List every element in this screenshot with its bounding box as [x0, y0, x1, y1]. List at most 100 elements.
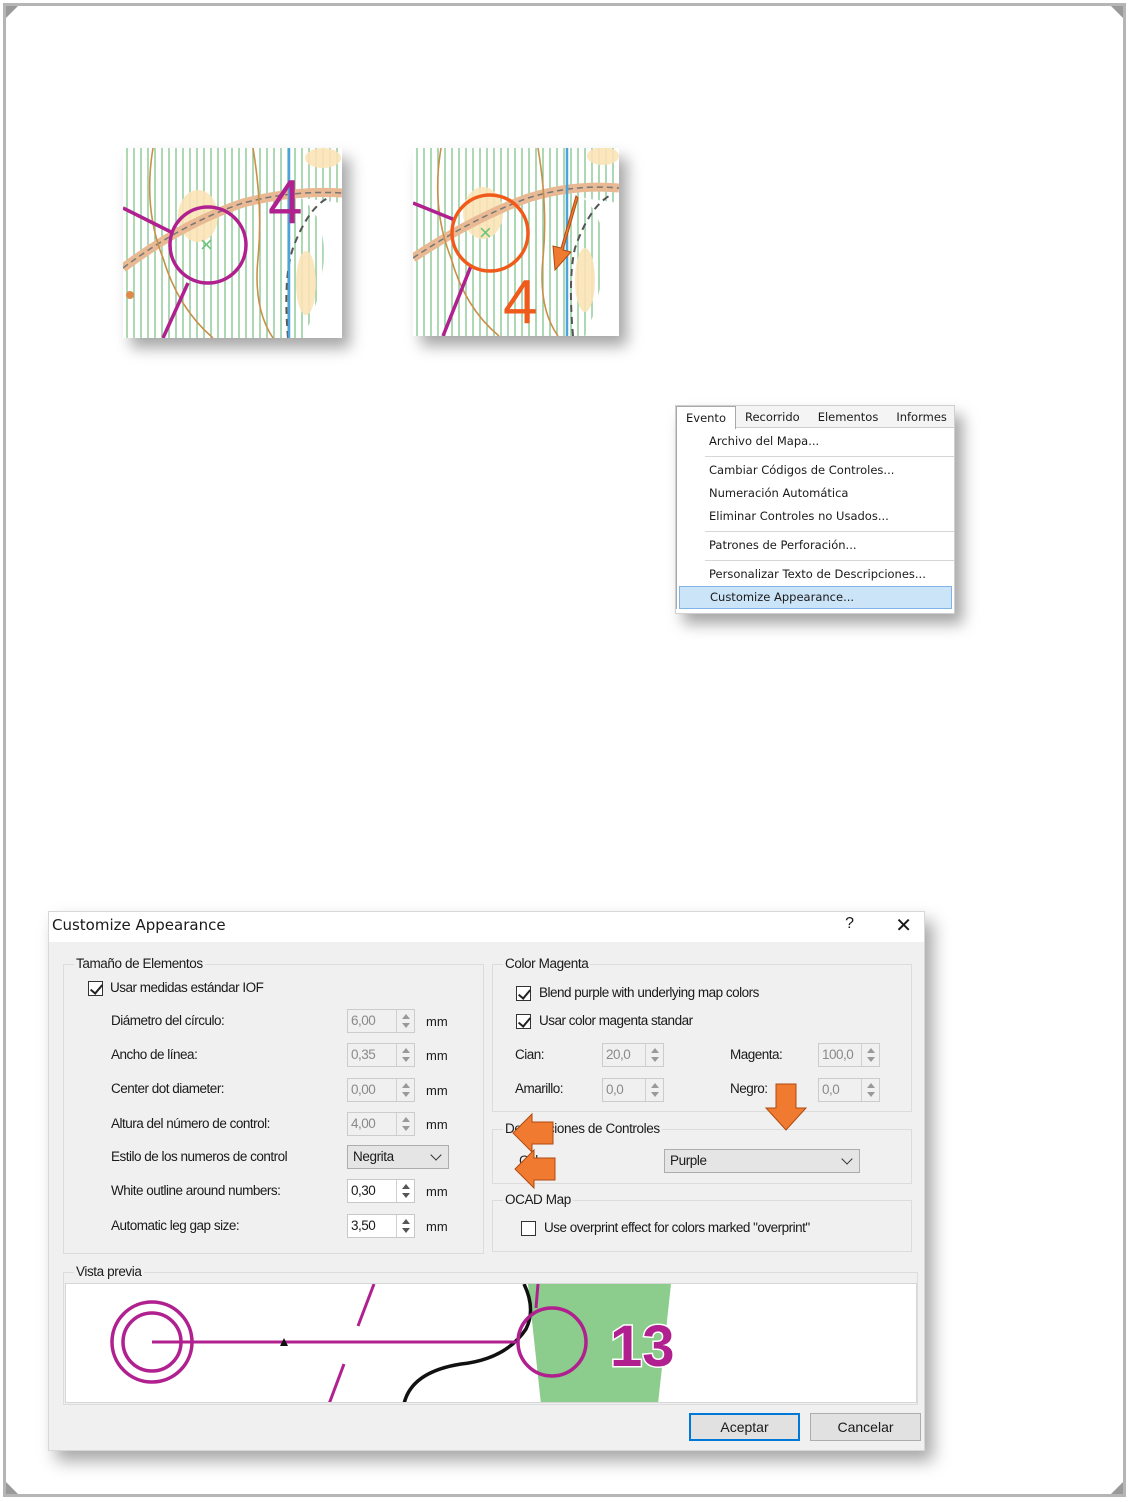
spinner-arrows[interactable]: [396, 1010, 414, 1032]
description-color-select[interactable]: Purple: [664, 1149, 860, 1173]
menu-item-archivo-mapa[interactable]: Archivo del Mapa...: [677, 430, 954, 453]
help-button[interactable]: ?: [845, 915, 854, 933]
description-color-label: Color:: [519, 1153, 553, 1168]
circle-diameter-label: Diámetro del círculo:: [111, 1013, 225, 1028]
unit-label: mm: [426, 1219, 448, 1234]
evento-menu: Evento Recorrido Elementos Informes Arch…: [675, 405, 955, 614]
svg-text:×: ×: [200, 232, 213, 257]
menu-dropdown: Archivo del Mapa... Cambiar Códigos de C…: [676, 428, 954, 609]
menu-item-personalizar-texto[interactable]: Personalizar Texto de Descripciones...: [677, 563, 954, 586]
unit-label: mm: [426, 1117, 448, 1132]
menu-item-patrones[interactable]: Patrones de Perforación...: [677, 534, 954, 557]
menu-tab-informes[interactable]: Informes: [887, 406, 956, 428]
spinner-arrows[interactable]: [861, 1079, 879, 1101]
blend-purple-label: Blend purple with underlying map colors: [539, 985, 759, 1000]
center-dot-spinner[interactable]: 0,00: [347, 1078, 415, 1102]
blend-purple-checkbox[interactable]: [516, 986, 531, 1001]
menu-separator: [705, 456, 954, 457]
yellow-label: Amarillo:: [515, 1081, 564, 1096]
ocad-group-label: OCAD Map: [503, 1192, 573, 1207]
menu-tab-evento[interactable]: Evento: [676, 406, 736, 429]
yellow-value: 0,0: [606, 1082, 624, 1097]
number-height-value: 4,00: [351, 1116, 376, 1131]
spinner-arrows[interactable]: [396, 1044, 414, 1066]
descriptions-group-label: Descripciones de Controles: [503, 1121, 662, 1136]
customize-appearance-dialog: Customize Appearance ? ✕ Tamaño de Eleme…: [48, 911, 925, 1451]
number-style-select[interactable]: Negrita: [347, 1145, 449, 1169]
preview-group-label: Vista previa: [74, 1264, 144, 1279]
control-number-orange: 4: [503, 268, 537, 336]
menu-bar: Evento Recorrido Elementos Informes: [676, 406, 956, 429]
leg-gap-label: Automatic leg gap size:: [111, 1218, 240, 1233]
magenta-group-label: Color Magenta: [503, 956, 591, 971]
page-corner-marker: [6, 6, 18, 18]
use-iof-checkbox[interactable]: [88, 981, 103, 996]
preview-canvas: 13: [65, 1283, 917, 1403]
black-spinner[interactable]: 0,0: [818, 1078, 880, 1102]
overprint-label: Use overprint effect for colors marked "…: [544, 1220, 810, 1235]
dialog-title: Customize Appearance: [52, 916, 226, 934]
magenta-label: Magenta:: [730, 1047, 783, 1062]
menu-item-eliminar-controles[interactable]: Eliminar Controles no Usados...: [677, 505, 954, 528]
unit-label: mm: [426, 1083, 448, 1098]
leg-gap-value: 3,50: [351, 1218, 376, 1233]
spinner-arrows[interactable]: [396, 1215, 414, 1237]
black-label: Negro:: [730, 1081, 768, 1096]
black-value: 0,0: [822, 1082, 840, 1097]
spinner-arrows[interactable]: [396, 1079, 414, 1101]
menu-tab-recorrido[interactable]: Recorrido: [736, 406, 809, 428]
line-width-value: 0,35: [351, 1047, 376, 1062]
map-example-purple: × 4: [123, 148, 342, 338]
spinner-arrows[interactable]: [861, 1044, 879, 1066]
menu-item-cambiar-codigos[interactable]: Cambiar Códigos de Controles...: [677, 459, 954, 482]
menu-separator: [705, 560, 954, 561]
accept-button[interactable]: Aceptar: [689, 1413, 800, 1441]
menu-item-numeracion[interactable]: Numeración Automática: [677, 482, 954, 505]
chevron-down-icon: [841, 1153, 853, 1165]
preview-control-number: 13: [610, 1314, 675, 1379]
yellow-spinner[interactable]: 0,0: [602, 1078, 664, 1102]
number-height-spinner[interactable]: 4,00: [347, 1112, 415, 1136]
standard-magenta-checkbox[interactable]: [516, 1014, 531, 1029]
line-width-spinner[interactable]: 0,35: [347, 1043, 415, 1067]
magenta-spinner[interactable]: 100,0: [818, 1043, 880, 1067]
map-example-orange: × 4: [413, 148, 619, 336]
cyan-value: 20,0: [606, 1047, 631, 1062]
sizes-group-label: Tamaño de Elementos: [74, 956, 205, 971]
menu-tab-elementos[interactable]: Elementos: [809, 406, 888, 428]
sizes-group: Tamaño de Elementos: [63, 956, 484, 1254]
standard-magenta-label: Usar color magenta standar: [539, 1013, 693, 1028]
use-iof-label: Usar medidas estándar IOF: [110, 980, 264, 995]
leg-gap-spinner[interactable]: 3,50: [347, 1214, 415, 1238]
close-icon[interactable]: ✕: [895, 913, 912, 938]
menu-item-customize-appearance[interactable]: Customize Appearance...: [679, 586, 952, 609]
cancel-button[interactable]: Cancelar: [810, 1413, 921, 1441]
svg-text:×: ×: [479, 220, 492, 245]
description-color-value: Purple: [670, 1153, 707, 1168]
circle-diameter-value: 6,00: [351, 1013, 376, 1028]
white-outline-value: 0,30: [351, 1183, 376, 1198]
number-height-label: Altura del número de control:: [111, 1116, 270, 1131]
page-corner-marker: [6, 1482, 18, 1494]
center-dot-label: Center dot diameter:: [111, 1081, 225, 1096]
menu-separator: [705, 531, 954, 532]
cyan-label: Cian:: [515, 1047, 545, 1062]
cyan-spinner[interactable]: 20,0: [602, 1043, 664, 1067]
spinner-arrows[interactable]: [396, 1113, 414, 1135]
spinner-arrows[interactable]: [645, 1079, 663, 1101]
line-width-label: Ancho de línea:: [111, 1047, 198, 1062]
control-number-purple: 4: [268, 168, 302, 237]
center-dot-value: 0,00: [351, 1082, 376, 1097]
white-outline-spinner[interactable]: 0,30: [347, 1179, 415, 1203]
circle-diameter-spinner[interactable]: 6,00: [347, 1009, 415, 1033]
spinner-arrows[interactable]: [645, 1044, 663, 1066]
chevron-down-icon: [430, 1149, 442, 1161]
number-style-value: Negrita: [353, 1149, 394, 1164]
magenta-value: 100,0: [822, 1047, 854, 1062]
spinner-arrows[interactable]: [396, 1180, 414, 1202]
unit-label: mm: [426, 1014, 448, 1029]
page-corner-marker: [1111, 6, 1123, 18]
overprint-checkbox[interactable]: [521, 1221, 536, 1236]
number-style-label: Estilo de los numeros de control: [111, 1149, 288, 1164]
page-corner-marker: [1111, 1482, 1123, 1494]
